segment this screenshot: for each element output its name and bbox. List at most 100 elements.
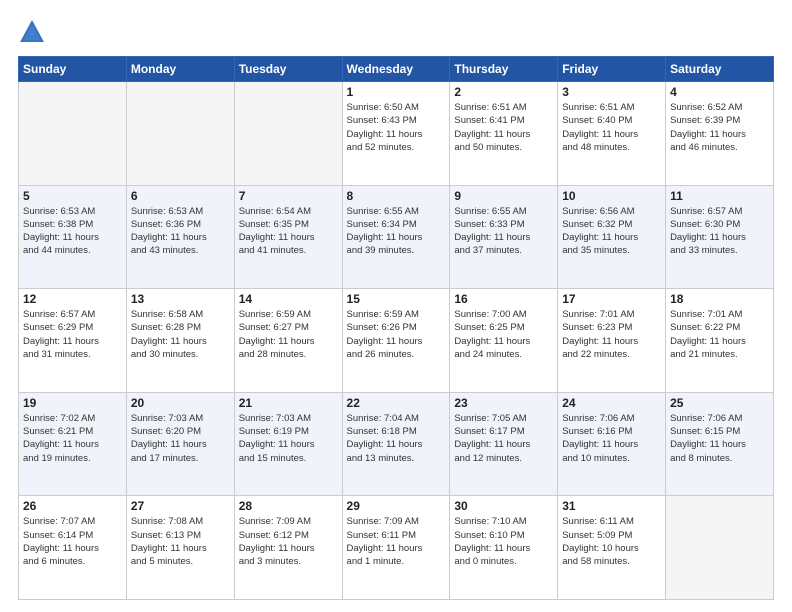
calendar-cell: 23 Sunrise: 7:05 AM Sunset: 6:17 PM Dayli… <box>450 392 558 496</box>
day-info: Sunrise: 7:01 AM Sunset: 6:22 PM Dayligh… <box>670 308 769 361</box>
day-number: 20 <box>131 396 230 410</box>
weekday-header-row: SundayMondayTuesdayWednesdayThursdayFrid… <box>19 57 774 82</box>
calendar-cell: 16 Sunrise: 7:00 AM Sunset: 6:25 PM Dayli… <box>450 289 558 393</box>
day-info: Sunrise: 7:00 AM Sunset: 6:25 PM Dayligh… <box>454 308 553 361</box>
calendar-cell: 21Sunrise: 7:03 AM Sunset: 6:19 PM Dayli… <box>234 392 342 496</box>
calendar-cell: 29 Sunrise: 7:09 AM Sunset: 6:11 PM Dayli… <box>342 496 450 600</box>
day-number: 13 <box>131 292 230 306</box>
calendar-cell: 20 Sunrise: 7:03 AM Sunset: 6:20 PM Dayli… <box>126 392 234 496</box>
day-info: Sunrise: 6:55 AM Sunset: 6:33 PM Dayligh… <box>454 205 553 258</box>
weekday-saturday: Saturday <box>666 57 774 82</box>
day-info: Sunrise: 7:08 AM Sunset: 6:13 PM Dayligh… <box>131 515 230 568</box>
day-info: Sunrise: 6:51 AM Sunset: 6:40 PM Dayligh… <box>562 101 661 154</box>
day-info: Sunrise: 6:59 AM Sunset: 6:26 PM Dayligh… <box>347 308 446 361</box>
day-info: Sunrise: 6:55 AM Sunset: 6:34 PM Dayligh… <box>347 205 446 258</box>
day-info: Sunrise: 6:56 AM Sunset: 6:32 PM Dayligh… <box>562 205 661 258</box>
calendar-cell <box>126 82 234 186</box>
calendar-table: SundayMondayTuesdayWednesdayThursdayFrid… <box>18 56 774 600</box>
calendar-cell <box>234 82 342 186</box>
day-number: 14 <box>239 292 338 306</box>
header <box>18 18 774 46</box>
day-number: 7 <box>239 189 338 203</box>
day-info: Sunrise: 6:57 AM Sunset: 6:29 PM Dayligh… <box>23 308 122 361</box>
calendar-cell: 31 Sunrise: 6:11 AM Sunset: 5:09 PM Dayli… <box>558 496 666 600</box>
calendar-cell <box>666 496 774 600</box>
day-number: 8 <box>347 189 446 203</box>
day-number: 26 <box>23 499 122 513</box>
day-info: Sunrise: 7:06 AM Sunset: 6:16 PM Dayligh… <box>562 412 661 465</box>
weekday-sunday: Sunday <box>19 57 127 82</box>
day-number: 30 <box>454 499 553 513</box>
calendar-cell: 30Sunrise: 7:10 AM Sunset: 6:10 PM Dayli… <box>450 496 558 600</box>
day-number: 19 <box>23 396 122 410</box>
weekday-thursday: Thursday <box>450 57 558 82</box>
calendar-cell: 17Sunrise: 7:01 AM Sunset: 6:23 PM Dayli… <box>558 289 666 393</box>
calendar-cell: 2Sunrise: 6:51 AM Sunset: 6:41 PM Daylig… <box>450 82 558 186</box>
day-number: 4 <box>670 85 769 99</box>
day-info: Sunrise: 7:05 AM Sunset: 6:17 PM Dayligh… <box>454 412 553 465</box>
day-number: 15 <box>347 292 446 306</box>
calendar-cell: 1Sunrise: 6:50 AM Sunset: 6:43 PM Daylig… <box>342 82 450 186</box>
day-info: Sunrise: 6:53 AM Sunset: 6:36 PM Dayligh… <box>131 205 230 258</box>
day-number: 10 <box>562 189 661 203</box>
page: SundayMondayTuesdayWednesdayThursdayFrid… <box>0 0 792 612</box>
calendar-cell: 15 Sunrise: 6:59 AM Sunset: 6:26 PM Dayli… <box>342 289 450 393</box>
weekday-wednesday: Wednesday <box>342 57 450 82</box>
day-info: Sunrise: 6:59 AM Sunset: 6:27 PM Dayligh… <box>239 308 338 361</box>
calendar-cell <box>19 82 127 186</box>
day-info: Sunrise: 7:09 AM Sunset: 6:11 PM Dayligh… <box>347 515 446 568</box>
calendar-cell: 11Sunrise: 6:57 AM Sunset: 6:30 PM Dayli… <box>666 185 774 289</box>
day-number: 31 <box>562 499 661 513</box>
day-number: 5 <box>23 189 122 203</box>
calendar-cell: 9 Sunrise: 6:55 AM Sunset: 6:33 PM Daylig… <box>450 185 558 289</box>
calendar-cell: 25 Sunrise: 7:06 AM Sunset: 6:15 PM Dayli… <box>666 392 774 496</box>
day-number: 2 <box>454 85 553 99</box>
day-number: 29 <box>347 499 446 513</box>
day-number: 25 <box>670 396 769 410</box>
day-info: Sunrise: 6:11 AM Sunset: 5:09 PM Dayligh… <box>562 515 661 568</box>
day-info: Sunrise: 7:04 AM Sunset: 6:18 PM Dayligh… <box>347 412 446 465</box>
day-number: 1 <box>347 85 446 99</box>
day-number: 24 <box>562 396 661 410</box>
day-info: Sunrise: 6:52 AM Sunset: 6:39 PM Dayligh… <box>670 101 769 154</box>
day-number: 16 <box>454 292 553 306</box>
logo <box>18 18 50 46</box>
calendar-cell: 26 Sunrise: 7:07 AM Sunset: 6:14 PM Dayli… <box>19 496 127 600</box>
calendar-cell: 22 Sunrise: 7:04 AM Sunset: 6:18 PM Dayli… <box>342 392 450 496</box>
calendar-cell: 8 Sunrise: 6:55 AM Sunset: 6:34 PM Daylig… <box>342 185 450 289</box>
weekday-friday: Friday <box>558 57 666 82</box>
calendar-cell: 19 Sunrise: 7:02 AM Sunset: 6:21 PM Dayli… <box>19 392 127 496</box>
calendar-row-0: 1Sunrise: 6:50 AM Sunset: 6:43 PM Daylig… <box>19 82 774 186</box>
day-number: 9 <box>454 189 553 203</box>
day-info: Sunrise: 7:07 AM Sunset: 6:14 PM Dayligh… <box>23 515 122 568</box>
day-number: 23 <box>454 396 553 410</box>
logo-icon <box>18 18 46 46</box>
calendar-cell: 12 Sunrise: 6:57 AM Sunset: 6:29 PM Dayli… <box>19 289 127 393</box>
day-info: Sunrise: 6:54 AM Sunset: 6:35 PM Dayligh… <box>239 205 338 258</box>
day-info: Sunrise: 7:06 AM Sunset: 6:15 PM Dayligh… <box>670 412 769 465</box>
day-number: 22 <box>347 396 446 410</box>
calendar-cell: 27 Sunrise: 7:08 AM Sunset: 6:13 PM Dayli… <box>126 496 234 600</box>
day-info: Sunrise: 6:57 AM Sunset: 6:30 PM Dayligh… <box>670 205 769 258</box>
calendar-cell: 7 Sunrise: 6:54 AM Sunset: 6:35 PM Daylig… <box>234 185 342 289</box>
day-number: 27 <box>131 499 230 513</box>
day-info: Sunrise: 7:03 AM Sunset: 6:20 PM Dayligh… <box>131 412 230 465</box>
day-info: Sunrise: 7:02 AM Sunset: 6:21 PM Dayligh… <box>23 412 122 465</box>
calendar-cell: 3 Sunrise: 6:51 AM Sunset: 6:40 PM Daylig… <box>558 82 666 186</box>
day-number: 12 <box>23 292 122 306</box>
day-number: 18 <box>670 292 769 306</box>
calendar-cell: 6 Sunrise: 6:53 AM Sunset: 6:36 PM Daylig… <box>126 185 234 289</box>
calendar-row-1: 5Sunrise: 6:53 AM Sunset: 6:38 PM Daylig… <box>19 185 774 289</box>
calendar-row-2: 12 Sunrise: 6:57 AM Sunset: 6:29 PM Dayli… <box>19 289 774 393</box>
weekday-tuesday: Tuesday <box>234 57 342 82</box>
day-info: Sunrise: 7:09 AM Sunset: 6:12 PM Dayligh… <box>239 515 338 568</box>
calendar-cell: 18 Sunrise: 7:01 AM Sunset: 6:22 PM Dayli… <box>666 289 774 393</box>
day-info: Sunrise: 7:01 AM Sunset: 6:23 PM Dayligh… <box>562 308 661 361</box>
calendar-cell: 5Sunrise: 6:53 AM Sunset: 6:38 PM Daylig… <box>19 185 127 289</box>
day-number: 28 <box>239 499 338 513</box>
calendar-cell: 4 Sunrise: 6:52 AM Sunset: 6:39 PM Daylig… <box>666 82 774 186</box>
day-number: 6 <box>131 189 230 203</box>
calendar-row-4: 26 Sunrise: 7:07 AM Sunset: 6:14 PM Dayli… <box>19 496 774 600</box>
day-number: 3 <box>562 85 661 99</box>
day-info: Sunrise: 7:03 AM Sunset: 6:19 PM Dayligh… <box>239 412 338 465</box>
